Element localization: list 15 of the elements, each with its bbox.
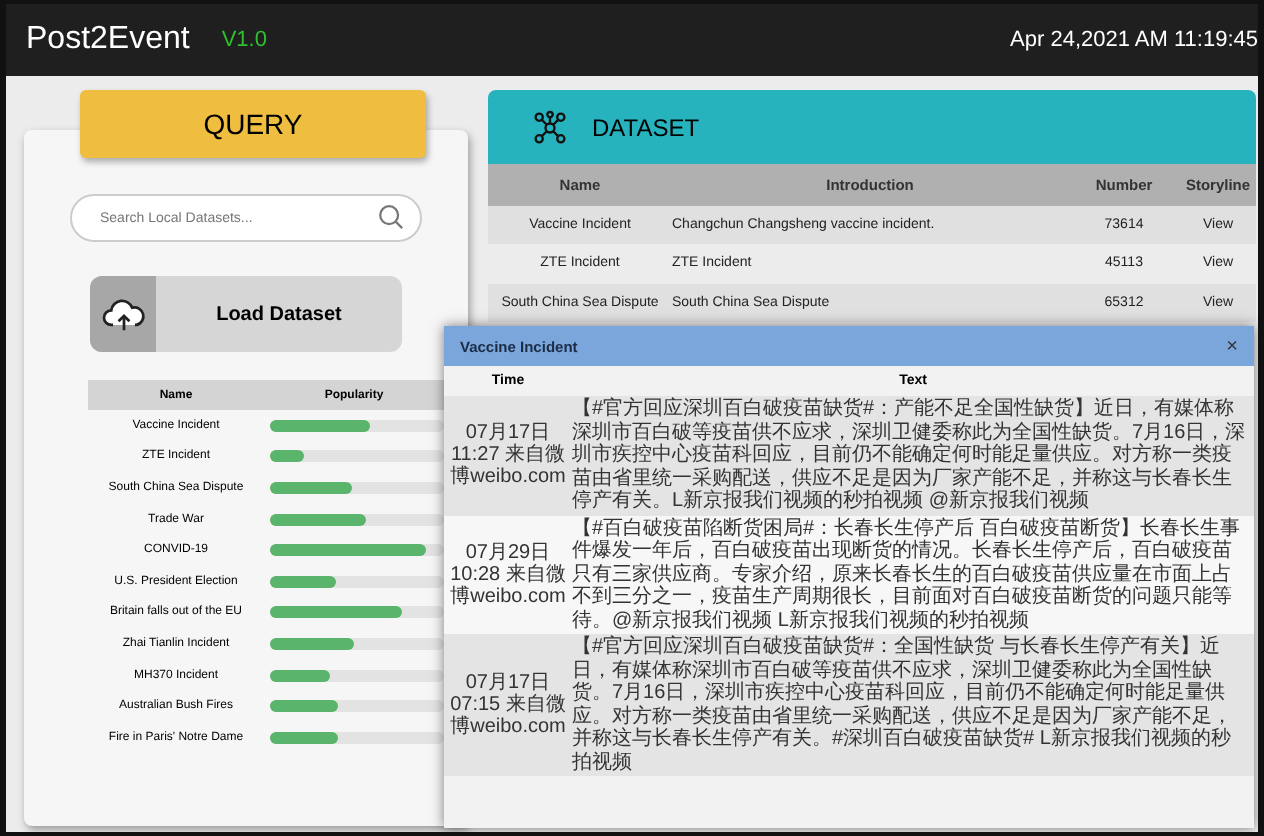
post-time: 07月17日07:15 来自微博weibo.com xyxy=(448,672,568,738)
post-time: 07月29日10:28 来自微博weibo.com xyxy=(448,541,568,608)
search-icon[interactable] xyxy=(378,204,404,230)
cloud-upload-icon xyxy=(101,294,145,334)
dataset-title: DATASET xyxy=(592,113,700,141)
post-text: 【#官方回应深圳百白破疫苗缺货#：产能不足全国性缺货】近日，有媒体称深圳市百白破等疫苗供不应求，深圳卫健委称此为全国性缺货。7月16日，深圳市疾控中心疫苗科回应，目前仍不能确定何时能足量供应。对方称一类疫苗由省里统一采购配送，供应不足是因为厂家产能不足，并称这与长春长生停产有关。L新京报我们视频的秒拍视频 @新京报我们视频 xyxy=(572,398,1248,513)
load-dataset-button[interactable]: Load Dataset xyxy=(90,276,402,352)
datetime-label: Apr 24,2021 AM 11:19:45 xyxy=(1010,28,1258,52)
close-button[interactable]: × xyxy=(1226,335,1238,357)
post-time: 07月17日11:27 来自微博weibo.com xyxy=(448,422,568,489)
network-icon xyxy=(532,109,568,145)
app-title: Post2Event xyxy=(26,22,190,58)
post-text: 【#百白破疫苗陷断货困局#：长春长生停产后 百白破疫苗断货】长春长生事件爆发一年后，百白破疫苗出现断货的情况。长春长生停产后，百白破疫苗只有三家供应商。专家介绍，原来长春长生的百白破疫苗供应量在市面上占不到三分之一，疫苗生产周期很长，目前面对百白破疫苗断货的问题只能等待。@新京报我们视频 L新京报我们视频的秒拍视频 xyxy=(572,517,1242,632)
version-label: V1.0 xyxy=(221,28,267,52)
post-text: 【#官方回应深圳百白破疫苗缺货#：全国性缺货 与长春长生停产有关】近日，有媒体称深圳市百白破等疫苗供不应求，深圳卫健委称此为全国性缺货。7月16日，深圳市疾控中心疫苗科回应，目前仍不能确定何时能足量供应。对方称一类疫苗由省里统一采购配送，供应不足是因为厂家产能不足，并称这与长春长生停产有关。#深圳百白破疫苗缺货# L新京报我们视频的秒拍视频 xyxy=(572,636,1234,774)
